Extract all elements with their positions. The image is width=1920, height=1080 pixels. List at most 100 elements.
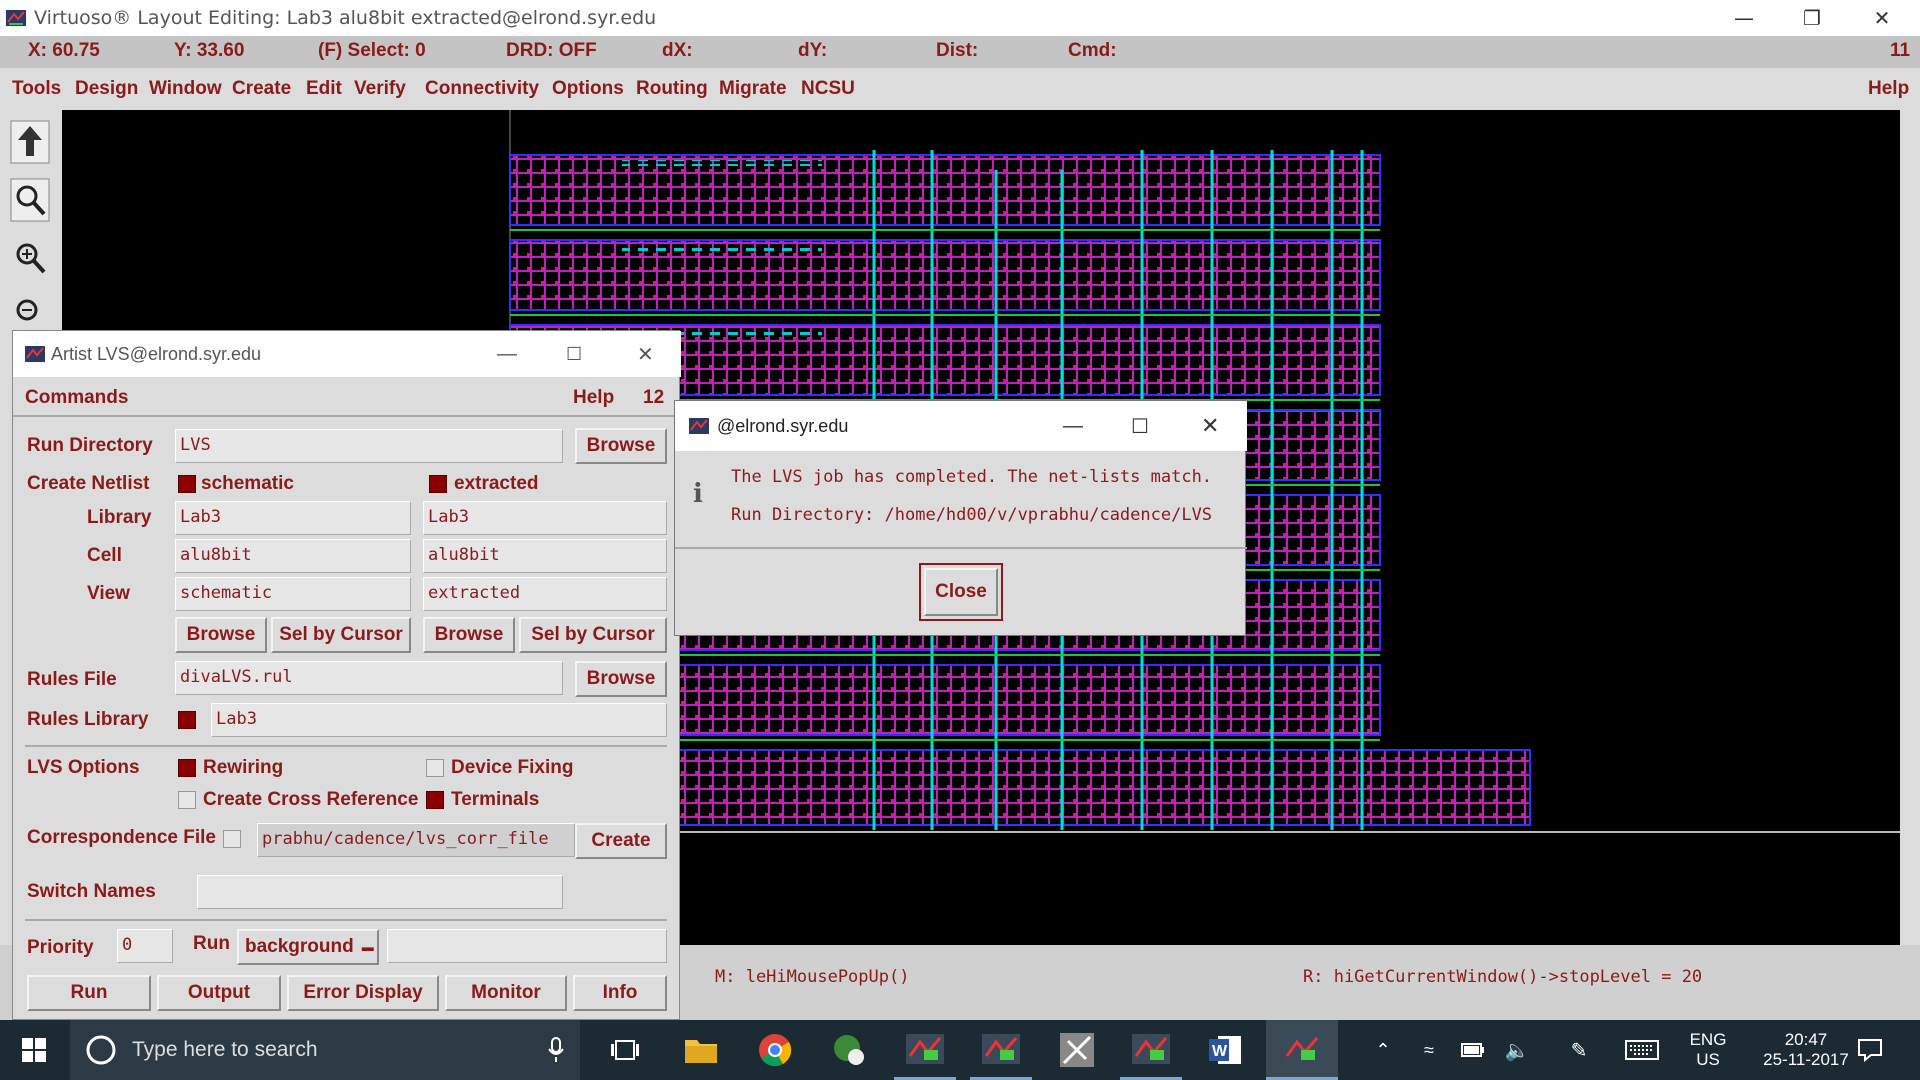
close-icon[interactable]: ✕: [1852, 0, 1912, 36]
rules-file-label: Rules File: [27, 669, 117, 690]
file-explorer-icon[interactable]: [672, 1020, 730, 1080]
lvs-maximize-icon[interactable]: ☐: [566, 344, 582, 365]
menu-help[interactable]: Help: [1868, 78, 1909, 100]
chrome-icon[interactable]: [746, 1020, 804, 1080]
dialog-app-icon: [689, 418, 709, 434]
correspondence-create-button[interactable]: Create: [575, 823, 667, 859]
extracted-checkbox[interactable]: [429, 475, 447, 493]
dy-readout: dY:: [798, 40, 828, 61]
stop-icon[interactable]: [6, 116, 54, 168]
battery-icon[interactable]: [1456, 1020, 1490, 1080]
keyboard-icon[interactable]: [1622, 1020, 1662, 1080]
extracted-cell-input[interactable]: alu8bit: [423, 539, 667, 573]
menu-window[interactable]: Window: [149, 78, 222, 100]
cross-reference-checkbox[interactable]: [178, 791, 196, 809]
extracted-sel-by-cursor-button[interactable]: Sel by Cursor: [519, 617, 667, 653]
task-view-icon[interactable]: [600, 1020, 650, 1080]
tray-chevron-icon[interactable]: ⌃: [1368, 1020, 1398, 1080]
info-button[interactable]: Info: [573, 975, 667, 1011]
rules-file-input[interactable]: divaLVS.rul: [175, 661, 563, 695]
schematic-label: schematic: [201, 473, 294, 494]
switch-names-input[interactable]: [197, 875, 563, 909]
dialog-maximize-icon[interactable]: ☐: [1131, 414, 1149, 439]
lvs-window-number: 12: [643, 387, 665, 408]
run-mode-dropdown[interactable]: background ▬: [237, 929, 379, 965]
word-icon[interactable]: W: [1196, 1020, 1254, 1080]
schematic-browse-button[interactable]: Browse: [175, 617, 267, 653]
menu-routing[interactable]: Routing: [636, 78, 708, 100]
rules-library-input[interactable]: Lab3: [211, 703, 667, 737]
lvs-help-menu[interactable]: Help: [573, 387, 614, 409]
schematic-sel-by-cursor-button[interactable]: Sel by Cursor: [271, 617, 411, 653]
menu-design[interactable]: Design: [75, 78, 138, 100]
xwindow-icon-active[interactable]: [1266, 1020, 1338, 1080]
tools-app-icon[interactable]: [1046, 1020, 1108, 1080]
terminals-checkbox[interactable]: [426, 791, 444, 809]
wifi-icon[interactable]: ≈: [1412, 1020, 1446, 1080]
menu-options[interactable]: Options: [552, 78, 624, 100]
commands-menu[interactable]: Commands: [25, 387, 128, 409]
cell-label: Cell: [87, 545, 122, 566]
window-number: 11: [1890, 40, 1911, 61]
volume-icon[interactable]: 🔈: [1500, 1020, 1534, 1080]
network-app-icon[interactable]: [820, 1020, 878, 1080]
dialog-message: The LVS job has completed. The net-lists…: [731, 467, 1213, 487]
device-fixing-checkbox[interactable]: [426, 759, 444, 777]
pen-icon[interactable]: ✎: [1562, 1020, 1596, 1080]
search-box[interactable]: Type here to search: [70, 1020, 580, 1080]
window-title: Virtuoso® Layout Editing: Lab3 alu8bit e…: [34, 7, 657, 29]
schematic-library-input[interactable]: Lab3: [175, 501, 411, 535]
rules-library-checkbox[interactable]: [178, 711, 196, 729]
menu-tools[interactable]: Tools: [12, 78, 61, 100]
correspondence-checkbox[interactable]: [223, 830, 241, 848]
run-directory-input[interactable]: LVS: [175, 429, 563, 463]
extracted-view-input[interactable]: extracted: [423, 577, 667, 611]
menu-connectivity[interactable]: Connectivity: [425, 78, 539, 100]
run-dir-browse-button[interactable]: Browse: [575, 428, 667, 464]
terminals-label: Terminals: [451, 789, 540, 810]
menu-ncsu[interactable]: NCSU: [801, 78, 855, 100]
dialog-run-directory: Run Directory: /home/hd00/v/vprabhu/cade…: [731, 505, 1213, 525]
lvs-minimize-icon[interactable]: —: [497, 343, 517, 366]
priority-label: Priority: [27, 937, 94, 958]
schematic-cell-input[interactable]: alu8bit: [175, 539, 411, 573]
microphone-icon[interactable]: [548, 1037, 564, 1063]
windows-start-icon[interactable]: [14, 1020, 54, 1080]
menu-verify[interactable]: Verify: [354, 78, 406, 100]
lvs-close-icon[interactable]: ✕: [637, 342, 654, 367]
xwindow-icon-2[interactable]: [970, 1020, 1032, 1080]
minimize-icon[interactable]: —: [1714, 0, 1774, 36]
monitor-button[interactable]: Monitor: [445, 975, 567, 1011]
extracted-library-input[interactable]: Lab3: [423, 501, 667, 535]
zoom-in-icon[interactable]: [6, 232, 54, 284]
menu-migrate[interactable]: Migrate: [719, 78, 787, 100]
language-indicator[interactable]: ENG US: [1680, 1020, 1736, 1080]
restore-icon[interactable]: ❐: [1782, 0, 1842, 36]
output-button[interactable]: Output: [157, 975, 281, 1011]
dialog-close-button[interactable]: Close: [924, 568, 998, 616]
correspondence-file-input[interactable]: prabhu/cadence/lvs_corr_file: [257, 823, 575, 857]
schematic-view-input[interactable]: schematic: [175, 577, 411, 611]
rewiring-checkbox[interactable]: [178, 759, 196, 777]
mouse-status: M: leHiMousePopUp(): [715, 967, 910, 987]
dialog-close-icon[interactable]: ✕: [1201, 413, 1219, 439]
extracted-browse-button[interactable]: Browse: [423, 617, 515, 653]
menu-edit[interactable]: Edit: [306, 78, 342, 100]
run-button[interactable]: Run: [27, 975, 151, 1011]
vertical-scrollbar[interactable]: [1900, 110, 1920, 960]
rules-file-browse-button[interactable]: Browse: [575, 661, 667, 697]
lvs-complete-dialog: @elrond.syr.edu — ☐ ✕ i The LVS job has …: [674, 400, 1247, 636]
switch-names-label: Switch Names: [27, 881, 156, 902]
svg-text:W: W: [1212, 1043, 1228, 1060]
error-display-button[interactable]: Error Display: [287, 975, 439, 1011]
schematic-checkbox[interactable]: [178, 475, 196, 493]
dialog-minimize-icon[interactable]: —: [1063, 415, 1083, 438]
priority-input[interactable]: 0: [117, 929, 173, 963]
run-args-input[interactable]: [387, 929, 667, 963]
xwindow-icon-3[interactable]: [1120, 1020, 1182, 1080]
zoom-fit-icon[interactable]: [6, 174, 54, 226]
xwindow-icon-1[interactable]: [894, 1020, 956, 1080]
language-secondary: US: [1696, 1050, 1720, 1069]
notification-icon[interactable]: [1848, 1020, 1892, 1080]
menu-create[interactable]: Create: [232, 78, 291, 100]
